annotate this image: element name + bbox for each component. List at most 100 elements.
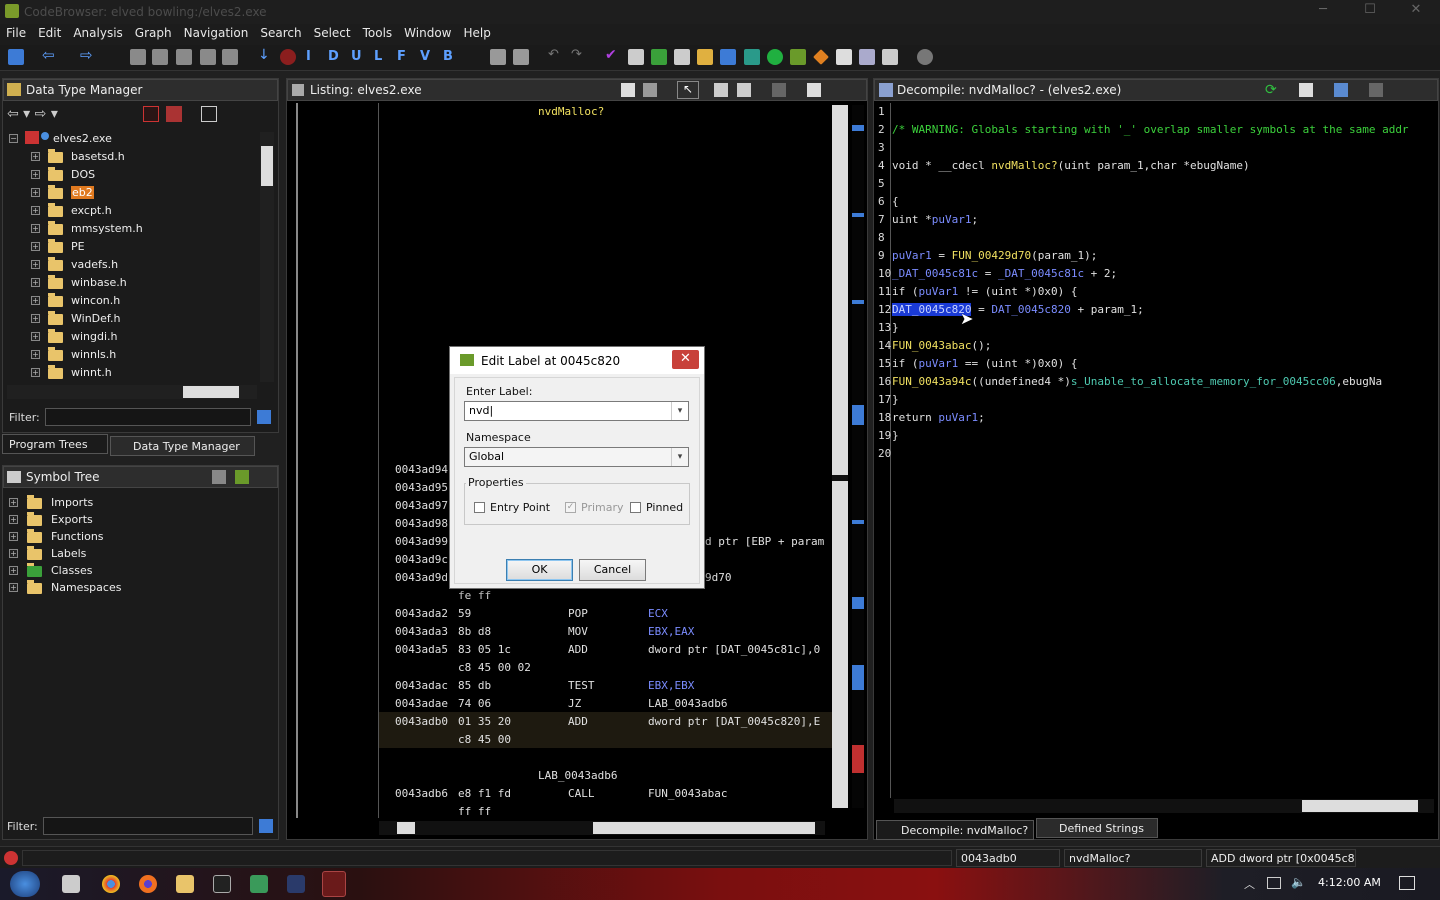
expand-icon[interactable]: + <box>31 260 40 269</box>
dtm-item[interactable]: + winbase.h <box>7 274 257 292</box>
back-arrow-icon[interactable]: ⇦ <box>42 46 58 64</box>
undo-icon[interactable]: ↶ <box>548 47 564 63</box>
entry-point-checkbox[interactable] <box>474 502 485 513</box>
listing-vscroll[interactable] <box>832 105 848 808</box>
dtm-item[interactable]: + basetsd.h <box>7 148 257 166</box>
decompile-hscroll[interactable] <box>894 799 1434 813</box>
toolbar-letter-v[interactable]: V <box>420 49 430 64</box>
decompile-line[interactable]: 18 return puVar1; <box>874 411 1438 429</box>
decompile-line[interactable]: 14 FUN_0043abac(); <box>874 339 1438 357</box>
listing-row[interactable]: 0043ad95 <box>395 481 448 499</box>
decompile-line[interactable]: 7 uint *puVar1; <box>874 213 1438 231</box>
dtm-item[interactable]: + wincon.h <box>7 292 257 310</box>
expand-icon[interactable]: + <box>31 242 40 251</box>
7zip-icon[interactable] <box>213 875 231 893</box>
expand-icon[interactable]: + <box>31 278 40 287</box>
table-icon[interactable] <box>836 49 852 65</box>
ok-button[interactable]: OK <box>506 559 573 581</box>
symbol-tree-item[interactable]: + Namespaces <box>7 579 267 597</box>
nav-next-instruction-icon[interactable] <box>130 49 146 65</box>
function-graph-icon[interactable] <box>744 49 760 65</box>
decompile-line[interactable]: 8 <box>874 231 1438 249</box>
dtm-filter-options-icon[interactable] <box>257 410 271 424</box>
symbol-tree-filter-options-icon[interactable] <box>259 819 273 833</box>
symbol-tree-filter-input[interactable] <box>43 817 253 835</box>
menu-file[interactable]: File <box>0 24 32 40</box>
decompile-line[interactable]: 20 <box>874 447 1438 465</box>
diamond-icon[interactable] <box>813 49 829 65</box>
listing-overview-bar[interactable] <box>852 105 864 808</box>
decompile-line[interactable]: 15 if (puVar1 == (uint *)0x0) { <box>874 357 1438 375</box>
save-icon[interactable] <box>8 49 24 65</box>
listing-row[interactable]: 0043ad9c <box>395 553 448 571</box>
menu-help[interactable]: Help <box>458 24 497 40</box>
open-folder-icon[interactable] <box>697 49 713 65</box>
listing-hscroll[interactable] <box>379 821 825 835</box>
dtm-collapse-icon[interactable] <box>201 106 217 122</box>
network-icon[interactable] <box>1267 877 1281 889</box>
listing-row[interactable]: 0043ada5 83 05 1c ADD dword ptr [DAT_0045c8… <box>395 643 831 661</box>
expand-icon[interactable]: + <box>9 583 18 592</box>
dtm-archive-icon[interactable] <box>166 106 182 122</box>
app-icon[interactable] <box>250 875 268 893</box>
decompile-line[interactable]: 19} <box>874 429 1438 447</box>
bookmark-icon[interactable] <box>674 49 690 65</box>
menu-graph[interactable]: Graph <box>129 24 178 40</box>
toolbar-letter-u[interactable]: U <box>351 49 362 64</box>
decompile-line[interactable]: 12 DAT_0045c820 = DAT_0045c820 + param_1… <box>874 303 1438 321</box>
symbol-tree-item[interactable]: + Exports <box>7 511 267 529</box>
tab-data-type-manager[interactable]: Data Type Manager <box>110 436 255 456</box>
symbol-tree-item[interactable]: + Functions <box>7 528 267 546</box>
decompile-line[interactable]: 10 _DAT_0045c81c = _DAT_0045c81c + 2; <box>874 267 1438 285</box>
check-icon[interactable]: ✔ <box>605 47 621 63</box>
dtm-item[interactable]: + vadefs.h <box>7 256 257 274</box>
symbol-tree-refresh-icon[interactable] <box>235 470 249 484</box>
decompile-line[interactable]: 9 puVar1 = FUN_00429d70(param_1); <box>874 249 1438 267</box>
symbol-tree-item[interactable]: + Imports <box>7 494 267 512</box>
help-icon[interactable] <box>917 49 933 65</box>
expand-icon[interactable]: + <box>31 332 40 341</box>
dtm-back-icon[interactable]: ⇦ ▾ ⇨ ▾ <box>7 106 58 122</box>
listing-row[interactable]: 0043ad9d <box>395 571 448 589</box>
listing-row[interactable]: c8 45 00 02 <box>395 661 831 679</box>
decompile-line[interactable]: 2 /* WARNING: Globals starting with '_' o… <box>874 123 1438 141</box>
expand-icon[interactable]: + <box>31 350 40 359</box>
menu-window[interactable]: Window <box>398 24 457 40</box>
listing-row[interactable]: 0043adb6 e8 f1 fd CALL FUN_0043abac <box>395 787 831 805</box>
dtm-item[interactable]: + DOS <box>7 166 257 184</box>
expand-icon[interactable]: + <box>31 152 40 161</box>
symbol-tree-new-icon[interactable] <box>212 470 226 484</box>
tab-program-trees[interactable]: Program Trees <box>2 434 108 454</box>
chrome-icon[interactable] <box>102 875 120 893</box>
listing-row[interactable]: 0043ada3 8b d8 MOV EBX,EAX <box>395 625 831 643</box>
script-icon[interactable] <box>790 49 806 65</box>
cancel-button[interactable]: Cancel <box>579 559 646 581</box>
listing-row[interactable]: LAB_0043adb6 <box>395 769 831 787</box>
app-icon-2[interactable] <box>287 875 305 893</box>
search-icon[interactable] <box>720 49 736 65</box>
nav-next-undefined-icon[interactable] <box>176 49 192 65</box>
window-icon[interactable] <box>859 49 875 65</box>
toolbar-letter-l[interactable]: L <box>374 49 382 64</box>
listing-row[interactable]: 0043ada2 59 POP ECX <box>395 607 831 625</box>
menu-navigation[interactable]: Navigation <box>178 24 255 40</box>
firefox-icon[interactable] <box>139 875 157 893</box>
chevron-down-icon[interactable]: ▾ <box>671 448 688 466</box>
toolbar-letter-d[interactable]: D <box>328 49 339 64</box>
decompile-copy-icon[interactable] <box>1299 83 1313 97</box>
collapse-icon[interactable]: − <box>9 134 18 143</box>
decompile-line[interactable]: 13 } <box>874 321 1438 339</box>
run-icon[interactable] <box>767 49 783 65</box>
clock[interactable]: 4:12:00 AM <box>1318 876 1381 889</box>
listing-row[interactable]: 0043ad99 <box>395 535 448 553</box>
copy-icon[interactable] <box>490 49 506 65</box>
expand-icon[interactable]: + <box>9 566 18 575</box>
expand-icon[interactable]: + <box>31 296 40 305</box>
menu-select[interactable]: Select <box>308 24 357 40</box>
expand-icon[interactable]: + <box>9 549 18 558</box>
menu-analysis[interactable]: Analysis <box>67 24 128 40</box>
menu-tools[interactable]: Tools <box>357 24 399 40</box>
listing-row[interactable]: 0043ad98 <box>395 517 448 535</box>
ghidra-taskbar-icon[interactable] <box>322 871 346 897</box>
expand-icon[interactable]: + <box>9 532 18 541</box>
